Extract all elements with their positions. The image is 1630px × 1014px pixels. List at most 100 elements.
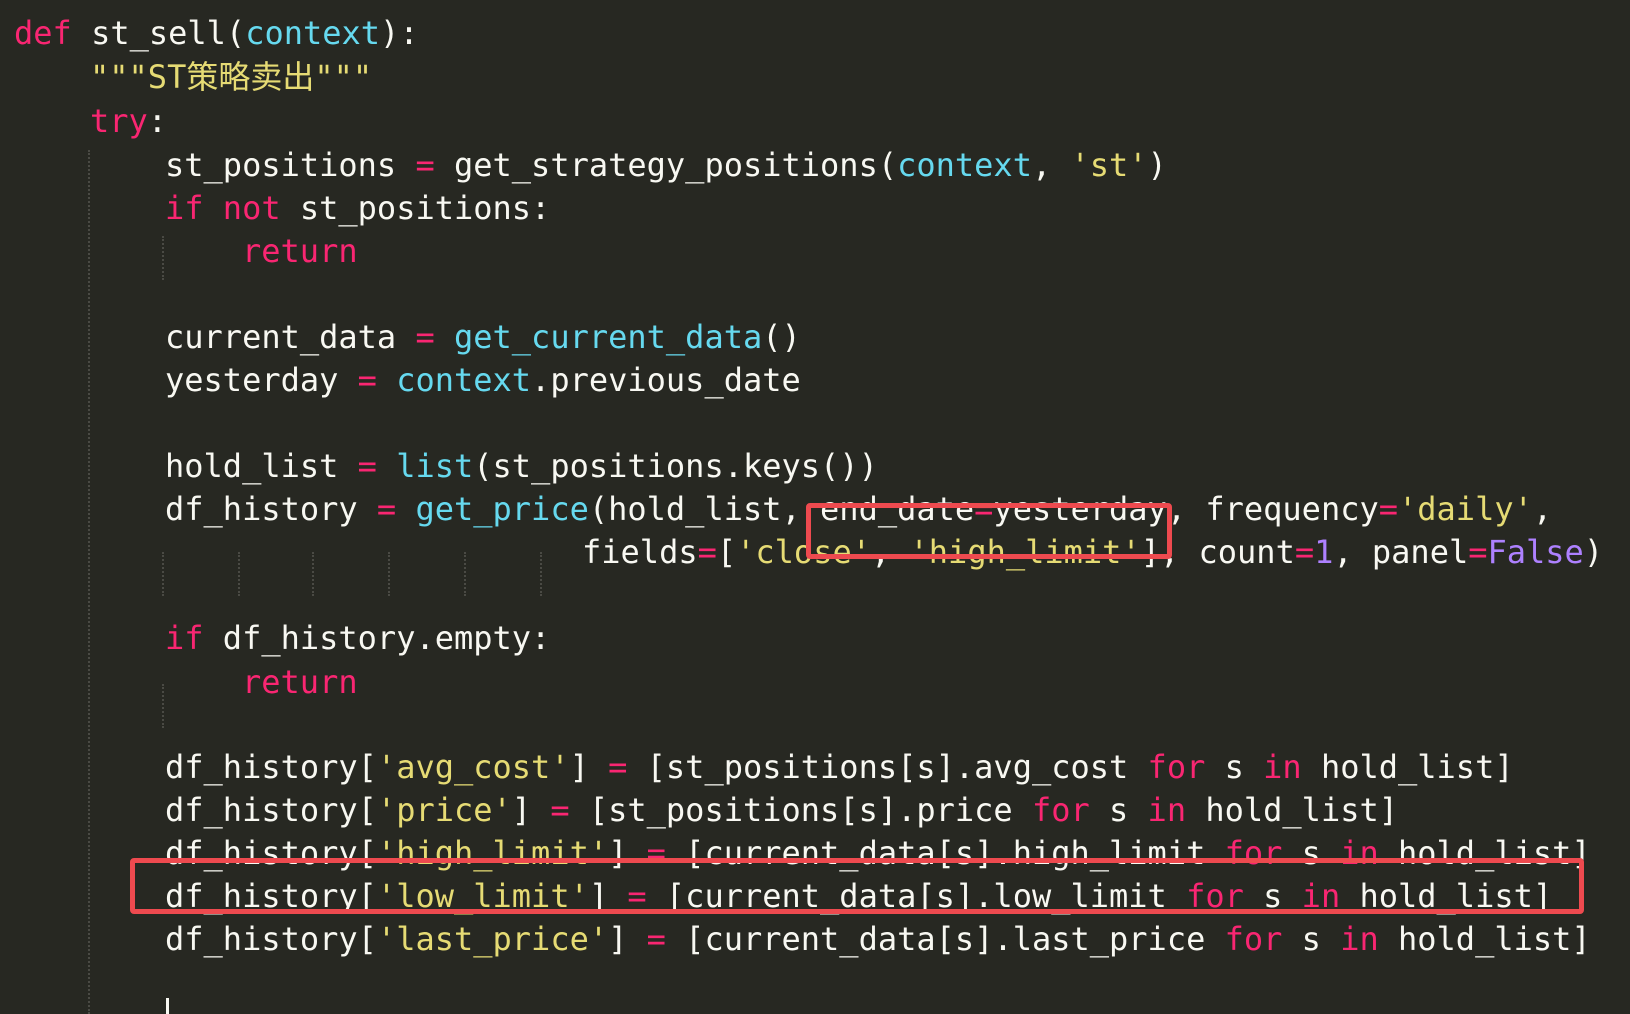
code-line-if-empty[interactable]: if df_history.empty:: [165, 616, 550, 660]
keyword-in: in: [1147, 791, 1187, 829]
code-text: current_data: [165, 318, 416, 356]
string-literal: 'avg_cost': [376, 748, 570, 786]
code-text: hold_list: [165, 447, 358, 485]
code-line-return[interactable]: return: [242, 229, 358, 273]
operator: =: [1468, 533, 1488, 571]
indent-guide: [88, 150, 90, 1014]
code-text: df_history.empty:: [203, 619, 551, 657]
code-text: s: [1205, 748, 1264, 786]
operator: =: [697, 533, 717, 571]
keyword-in: in: [1340, 920, 1379, 958]
keyword-for: for: [1147, 748, 1206, 786]
docstring-close: """: [314, 58, 373, 96]
code-text: s: [1089, 791, 1148, 829]
highlight-box-high-limit-line: [130, 858, 1584, 914]
code-line-def[interactable]: def st_sell(context):: [14, 11, 419, 55]
code-line-return[interactable]: return: [242, 660, 358, 704]
code-line-yesterday[interactable]: yesterday = context.previous_date: [165, 358, 801, 402]
indent-guide: [540, 552, 542, 596]
code-text: df_history[: [165, 791, 377, 829]
docstring-open: """ST: [90, 58, 187, 96]
code-line-last-price[interactable]: df_history['last_price'] = [current_data…: [165, 917, 1591, 961]
code-text: st_positions:: [280, 189, 551, 227]
code-text: fields: [582, 533, 698, 571]
number-literal: 1: [1314, 533, 1334, 571]
code-text: s: [1282, 920, 1341, 958]
code-line-docstring[interactable]: """ST策略卖出""": [90, 55, 372, 99]
indent-guide: [238, 552, 240, 596]
constant-false: False: [1487, 533, 1584, 571]
code-text: [current_data[s].last_price: [665, 920, 1225, 958]
code-text: [st_positions[s].price: [569, 791, 1032, 829]
code-text: ,: [1031, 146, 1071, 184]
code-line-avg-cost[interactable]: df_history['avg_cost'] = [st_positions[s…: [165, 745, 1514, 789]
code-text: ): [1147, 146, 1167, 184]
code-text: [: [716, 533, 737, 571]
code-text: st_positions: [165, 146, 416, 184]
keyword-if: if: [165, 619, 204, 657]
code-text: df_history[: [165, 748, 377, 786]
param-context: context: [245, 14, 381, 52]
operator: =: [1378, 490, 1398, 528]
punct: ):: [380, 14, 419, 52]
keyword-if: if: [165, 189, 204, 227]
indent-guide: [162, 684, 164, 728]
indent-guide: [388, 552, 390, 596]
operator: =: [357, 447, 377, 485]
function-name: st_sell(: [71, 14, 246, 52]
keyword-not: not: [222, 189, 281, 227]
keyword-return: return: [242, 663, 358, 701]
code-text: (): [762, 318, 801, 356]
code-text: hold_list]: [1378, 920, 1591, 958]
code-text: (st_positions.keys()): [473, 447, 878, 485]
param-context: context: [396, 361, 532, 399]
code-line-hold-list[interactable]: hold_list = list(st_positions.keys()): [165, 444, 878, 488]
operator: =: [357, 361, 377, 399]
operator: =: [1294, 533, 1315, 571]
operator: =: [550, 791, 570, 829]
indent-guide: [464, 552, 466, 596]
string-literal: 'price': [376, 791, 512, 829]
highlight-box-end-date: [806, 503, 1172, 559]
param-context: context: [897, 146, 1032, 184]
keyword-for: for: [1224, 920, 1283, 958]
keyword-for: for: [1031, 791, 1090, 829]
keyword-in: in: [1263, 748, 1302, 786]
code-line-if-not[interactable]: if not st_positions:: [165, 186, 550, 230]
builtin-list: list: [396, 447, 474, 485]
string-literal: 'last_price': [376, 920, 609, 958]
code-text: hold_list]: [1301, 748, 1514, 786]
keyword-def: def: [14, 14, 72, 52]
operator: =: [608, 748, 628, 786]
text-cursor: [166, 998, 169, 1014]
code-line-price[interactable]: df_history['price'] = [st_positions[s].p…: [165, 788, 1398, 832]
code-text: df_history: [165, 490, 377, 528]
code-text: .previous_date: [531, 361, 801, 399]
code-text: get_strategy_positions(: [434, 146, 898, 184]
code-text: ]: [569, 748, 609, 786]
function-call: get_price: [415, 490, 589, 528]
code-line-current-data[interactable]: current_data = get_current_data(): [165, 315, 801, 359]
code-line-st-positions[interactable]: st_positions = get_strategy_positions(co…: [165, 143, 1167, 187]
code-text: yesterday: [165, 361, 358, 399]
indent-guide: [162, 552, 164, 596]
code-text: ]: [511, 791, 551, 829]
operator: =: [415, 146, 435, 184]
code-text: df_history[: [165, 920, 377, 958]
code-text: , panel: [1333, 533, 1469, 571]
operator: =: [415, 318, 435, 356]
string-literal: 'daily': [1398, 490, 1533, 528]
docstring-chinese: 策略卖出: [186, 58, 315, 96]
code-text: ,: [1532, 490, 1553, 528]
code-text: (hold_list,: [588, 490, 821, 528]
code-line-try[interactable]: try:: [90, 99, 167, 143]
indent-guide: [162, 236, 164, 280]
code-editor[interactable]: def st_sell(context): """ST策略卖出""" try: …: [0, 0, 1630, 1014]
operator: =: [376, 490, 397, 528]
keyword-try: try: [90, 102, 148, 140]
